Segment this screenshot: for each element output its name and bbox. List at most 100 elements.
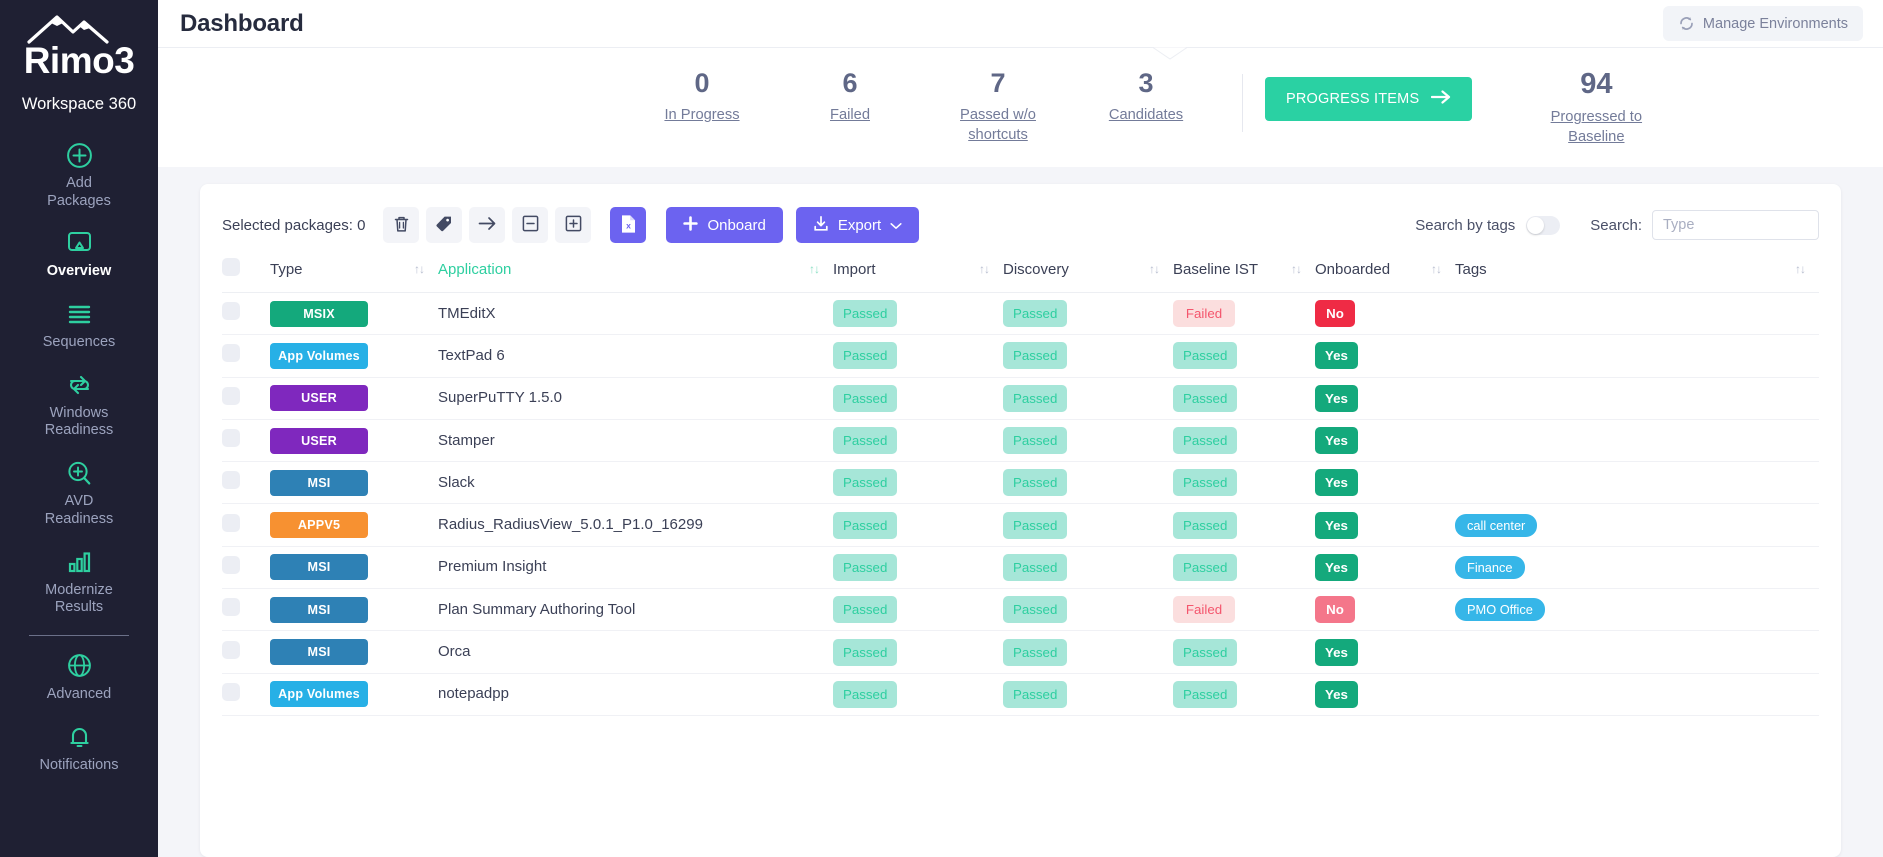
row-checkbox[interactable] <box>222 344 240 362</box>
row-checkbox[interactable] <box>222 683 240 701</box>
progress-items-button[interactable]: PROGRESS ITEMS <box>1265 77 1472 121</box>
discovery-status-cell: Passed <box>1003 419 1173 461</box>
import-status-cell: Passed <box>833 462 1003 504</box>
status-badge: Passed <box>1003 639 1067 666</box>
table-row[interactable]: MSIXTMEditXPassedPassedFailedNo <box>222 293 1819 335</box>
select-all-checkbox[interactable] <box>222 258 240 276</box>
sidebar-item-avd-readiness[interactable]: AVD Readiness <box>0 449 158 537</box>
table-row[interactable]: USERStamperPassedPassedPassedYes <box>222 419 1819 461</box>
tag-chip[interactable]: call center <box>1455 514 1537 537</box>
tag-button[interactable] <box>426 207 462 243</box>
column-header-onboarded[interactable]: Onboarded ↑↓ <box>1315 248 1455 293</box>
delete-button[interactable] <box>383 207 419 243</box>
import-status-cell: Passed <box>833 673 1003 715</box>
sidebar-item-windows-readiness[interactable]: Windows Readiness <box>0 361 158 449</box>
application-cell[interactable]: Stamper <box>438 419 833 461</box>
type-cell: USER <box>270 377 438 419</box>
application-name: Premium Insight <box>438 558 546 575</box>
row-checkbox[interactable] <box>222 429 240 447</box>
table-row[interactable]: App VolumesTextPad 6PassedPassedPassedYe… <box>222 335 1819 377</box>
sort-toggle-icon[interactable]: ↑↓ <box>979 263 989 275</box>
sidebar-item-modernize-results[interactable]: Modernize Results <box>0 538 158 626</box>
stat-label[interactable]: In Progress <box>664 106 739 126</box>
column-label: Application <box>438 261 511 278</box>
application-name: SuperPuTTY 1.5.0 <box>438 389 562 406</box>
sort-toggle-icon[interactable]: ↑↓ <box>414 263 424 275</box>
tag-chip[interactable]: Finance <box>1455 556 1525 579</box>
application-cell[interactable]: TextPad 6 <box>438 335 833 377</box>
column-header-type[interactable]: Type ↑↓ <box>270 248 438 293</box>
table-row[interactable]: USERSuperPuTTY 1.5.0PassedPassedPassedYe… <box>222 377 1819 419</box>
move-button[interactable] <box>469 207 505 243</box>
table-row[interactable]: MSIOrcaPassedPassedPassedYes <box>222 631 1819 673</box>
stat-candidates[interactable]: 3 Candidates <box>1072 68 1220 126</box>
application-cell[interactable]: Radius_RadiusView_5.0.1_P1.0_16299 <box>438 504 833 546</box>
column-header-baseline-ist[interactable]: Baseline IST ↑↓ <box>1173 248 1315 293</box>
search-by-tags-toggle[interactable] <box>1526 216 1560 235</box>
table-row[interactable]: MSISlackPassedPassedPassedYes <box>222 462 1819 504</box>
application-cell[interactable]: TMEditX <box>438 293 833 335</box>
onboarded-cell: Yes <box>1315 335 1455 377</box>
sidebar-item-label: Advanced <box>47 686 112 704</box>
sidebar-item-sequences[interactable]: Sequences <box>0 290 158 361</box>
stat-in-progress[interactable]: 0 In Progress <box>628 68 776 126</box>
sort-toggle-icon[interactable]: ↑↓ <box>809 263 819 275</box>
sort-toggle-icon[interactable]: ↑↓ <box>1431 263 1441 275</box>
sidebar-item-advanced[interactable]: Advanced <box>0 642 158 713</box>
row-checkbox[interactable] <box>222 387 240 405</box>
sort-toggle-icon[interactable]: ↑↓ <box>1291 263 1301 275</box>
sidebar-item-add-packages[interactable]: Add Packages <box>0 131 158 219</box>
column-header-application[interactable]: Application ↑↓ <box>438 248 833 293</box>
stat-progressed-to-baseline[interactable]: 94 Progressed to Baseline <box>1506 68 1686 148</box>
export-button[interactable]: Export <box>796 207 919 243</box>
stat-label[interactable]: Failed <box>830 106 870 126</box>
manage-environments-button[interactable]: Manage Environments <box>1663 6 1863 41</box>
application-cell[interactable]: Premium Insight <box>438 546 833 588</box>
stat-label[interactable]: Passed w/o shortcuts <box>942 106 1054 146</box>
import-status-cell: Passed <box>833 419 1003 461</box>
table-row[interactable]: MSIPremium InsightPassedPassedPassedYesF… <box>222 546 1819 588</box>
search-input[interactable] <box>1652 210 1819 240</box>
table-row[interactable]: APPV5Radius_RadiusView_5.0.1_P1.0_16299P… <box>222 504 1819 546</box>
sort-toggle-icon[interactable]: ↑↓ <box>1795 263 1805 275</box>
sidebar-item-overview[interactable]: Overview <box>0 219 158 290</box>
row-checkbox[interactable] <box>222 556 240 574</box>
application-cell[interactable]: Slack <box>438 462 833 504</box>
onboarded-cell: Yes <box>1315 546 1455 588</box>
brand-logo[interactable]: Rimo3 <box>21 12 137 78</box>
application-cell[interactable]: SuperPuTTY 1.5.0 <box>438 377 833 419</box>
column-header-import[interactable]: Import ↑↓ <box>833 248 1003 293</box>
row-checkbox[interactable] <box>222 598 240 616</box>
column-header-tags[interactable]: Tags ↑↓ <box>1455 248 1819 293</box>
excel-export-button[interactable]: x <box>610 207 646 243</box>
status-badge: Passed <box>1173 385 1237 412</box>
row-checkbox[interactable] <box>222 641 240 659</box>
row-checkbox[interactable] <box>222 471 240 489</box>
tag-chip[interactable]: PMO Office <box>1455 598 1545 621</box>
status-badge: Passed <box>1003 512 1067 539</box>
status-badge: Passed <box>1173 427 1237 454</box>
table-row[interactable]: App VolumesnotepadppPassedPassedPassedYe… <box>222 673 1819 715</box>
table-row[interactable]: MSIPlan Summary Authoring ToolPassedPass… <box>222 589 1819 631</box>
stats-strip: 0 In Progress 6 Failed 7 Passed w/o shor… <box>158 47 1883 167</box>
stat-label[interactable]: Candidates <box>1109 106 1183 126</box>
onboard-button[interactable]: Onboard <box>666 207 782 243</box>
stat-failed[interactable]: 6 Failed <box>776 68 924 126</box>
application-cell[interactable]: notepadpp <box>438 673 833 715</box>
sidebar-item-notifications[interactable]: Notifications <box>0 713 158 784</box>
stat-label[interactable]: Progressed to Baseline <box>1540 108 1652 148</box>
application-cell[interactable]: Plan Summary Authoring Tool <box>438 589 833 631</box>
type-badge: MSI <box>270 554 368 580</box>
collapse-button[interactable] <box>512 207 548 243</box>
expand-button[interactable] <box>555 207 591 243</box>
application-cell[interactable]: Orca <box>438 631 833 673</box>
column-header-discovery[interactable]: Discovery ↑↓ <box>1003 248 1173 293</box>
stat-passed-wo-shortcuts[interactable]: 7 Passed w/o shortcuts <box>924 68 1072 146</box>
row-checkbox[interactable] <box>222 302 240 320</box>
move-arrow-icon <box>478 216 497 234</box>
sort-toggle-icon[interactable]: ↑↓ <box>1149 263 1159 275</box>
baseline-status-cell: Passed <box>1173 462 1315 504</box>
onboarded-badge: Yes <box>1315 342 1358 369</box>
row-checkbox[interactable] <box>222 514 240 532</box>
arrow-right-icon <box>1431 90 1451 108</box>
